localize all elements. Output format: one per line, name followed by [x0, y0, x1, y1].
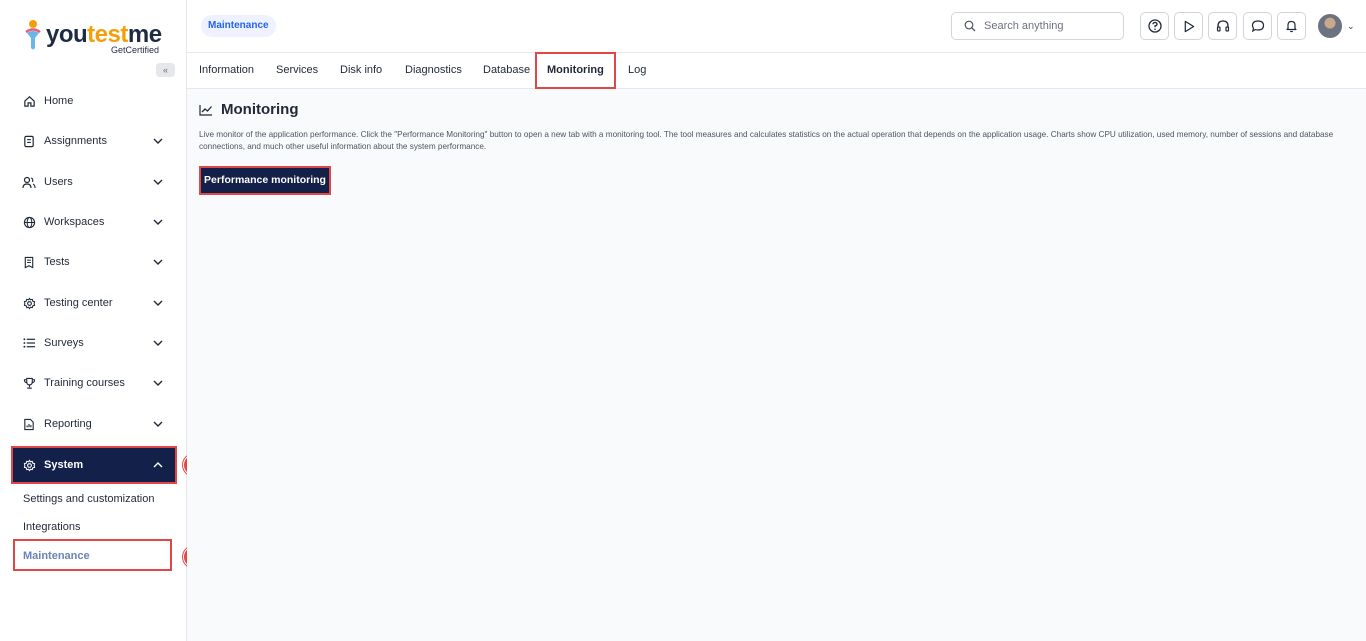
sidebar-subitem-integrations[interactable]: Integrations [23, 521, 80, 533]
sidebar-item-workspaces[interactable]: Workspaces [13, 205, 175, 239]
page-title-text: Monitoring [221, 101, 299, 118]
question-circle-icon [1147, 19, 1162, 33]
settings-gear-icon [22, 296, 36, 310]
page-title: Monitoring [199, 101, 298, 118]
sidebar-item-label: System [44, 459, 84, 471]
home-icon [22, 94, 36, 108]
sidebar-item-testing-center[interactable]: Testing center [13, 286, 175, 320]
sidebar-subitem-settings-customization[interactable]: Settings and customization [23, 493, 154, 505]
logo-pin-icon [25, 20, 41, 50]
chevron-down-icon [153, 138, 165, 144]
sidebar-item-tests[interactable]: Tests [13, 245, 175, 279]
help-button[interactable] [1140, 12, 1169, 40]
chevron-down-icon [153, 259, 165, 265]
chevron-down-icon [153, 380, 165, 386]
tab-information[interactable]: Information [199, 53, 254, 89]
tab-diagnostics[interactable]: Diagnostics [405, 53, 462, 89]
search-icon [964, 20, 976, 32]
tab-database[interactable]: Database [483, 53, 530, 89]
sidebar-item-assignments[interactable]: Assignments [13, 124, 175, 158]
chevron-down-icon [153, 179, 165, 185]
sidebar-item-home[interactable]: Home [13, 84, 175, 118]
chevron-down-icon [153, 421, 165, 427]
performance-monitoring-button[interactable]: Performance monitoring [199, 166, 331, 195]
chat-button[interactable] [1243, 12, 1272, 40]
sidebar-item-users[interactable]: Users [13, 165, 175, 199]
sidebar-item-label: Home [44, 95, 74, 107]
monitoring-description: Live monitor of the application performa… [199, 130, 1334, 151]
play-icon [1184, 20, 1194, 32]
tab-services[interactable]: Services [276, 53, 318, 89]
sidebar-item-label: Training courses [44, 377, 125, 389]
top-header: Maintenance Search anything ⌄ [187, 0, 1366, 53]
support-button[interactable] [1208, 12, 1237, 40]
list-icon [22, 336, 36, 350]
gear-icon [22, 458, 36, 472]
sidebar-item-label: Users [44, 176, 73, 188]
chat-bubble-icon [1251, 20, 1264, 33]
bell-icon [1286, 20, 1297, 33]
trophy-icon [22, 376, 36, 390]
tab-bar: Information Services Disk info Diagnosti… [187, 52, 1366, 89]
sidebar-item-reporting[interactable]: Reporting [13, 407, 175, 441]
sidebar-item-label: Testing center [44, 297, 113, 309]
sidebar-item-label: Workspaces [44, 216, 105, 228]
tab-monitoring[interactable]: Monitoring [535, 52, 616, 89]
youtestme-logo[interactable]: youtestme GetCertified [24, 18, 174, 58]
sidebar-item-label: Reporting [44, 418, 92, 430]
tab-disk-info[interactable]: Disk info [340, 53, 382, 89]
sidebar: youtestme GetCertified « Home Assignment… [0, 0, 187, 641]
tab-log[interactable]: Log [628, 53, 646, 89]
test-document-icon [22, 255, 36, 269]
search-placeholder: Search anything [984, 20, 1064, 32]
user-avatar[interactable] [1318, 14, 1342, 38]
line-chart-icon [199, 104, 212, 116]
sidebar-item-training-courses[interactable]: Training courses [13, 366, 175, 400]
sidebar-item-label: Assignments [44, 135, 107, 147]
chevron-down-icon [153, 340, 165, 346]
search-input[interactable]: Search anything [951, 12, 1124, 40]
sidebar-item-label: Tests [44, 256, 70, 268]
sidebar-item-label: Surveys [44, 337, 84, 349]
chevron-up-icon [153, 462, 165, 468]
logo-subtitle: GetCertified [111, 45, 160, 55]
breadcrumb[interactable]: Maintenance [201, 15, 276, 37]
globe-icon [22, 215, 36, 229]
headset-icon [1216, 20, 1229, 32]
report-icon [22, 417, 36, 431]
sidebar-collapse-button[interactable]: « [156, 63, 175, 77]
users-icon [22, 175, 36, 189]
clipboard-icon [22, 134, 36, 148]
chevron-down-icon [153, 219, 165, 225]
avatar-dropdown-chevron-icon[interactable]: ⌄ [1347, 21, 1355, 32]
notifications-button[interactable] [1277, 12, 1306, 40]
sidebar-item-surveys[interactable]: Surveys [13, 326, 175, 360]
main-content: Monitoring Live monitor of the applicati… [187, 89, 1366, 641]
sidebar-item-system[interactable]: System [11, 446, 177, 484]
chevron-down-icon [153, 300, 165, 306]
play-tutorial-button[interactable] [1174, 12, 1203, 40]
sidebar-subitem-maintenance[interactable]: Maintenance [23, 550, 90, 562]
